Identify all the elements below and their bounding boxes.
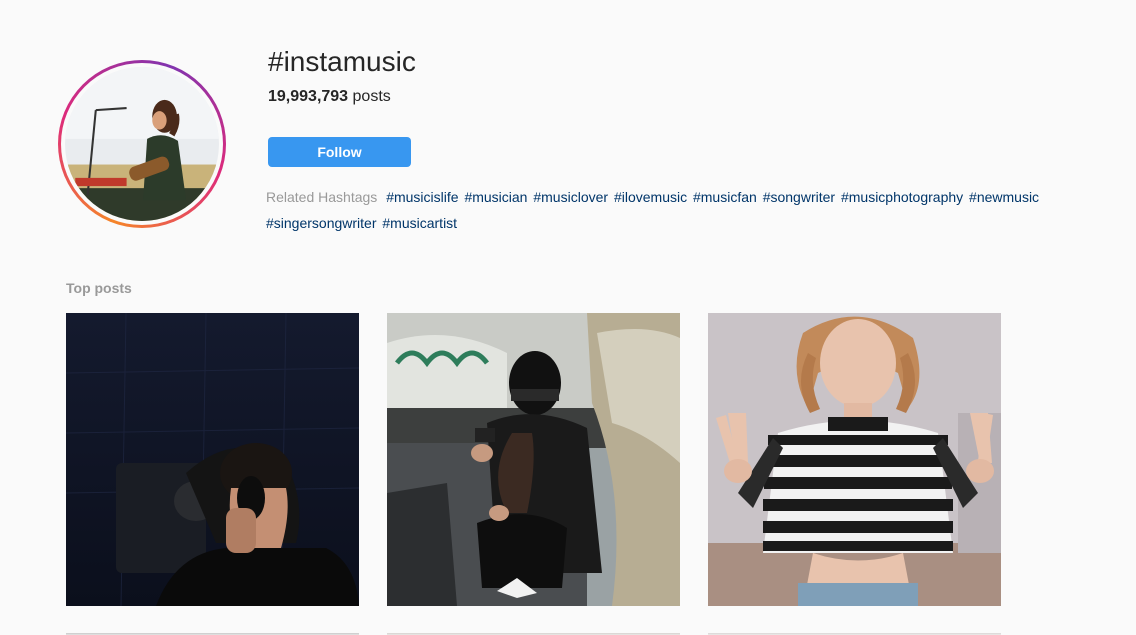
post-image-studio [66,313,359,606]
hashtag-avatar-ring[interactable] [58,60,226,228]
related-hashtag-link[interactable]: #musician [464,189,527,205]
post-count-suffix: posts [348,88,391,105]
related-hashtag-link[interactable]: #musicphotography [841,189,963,205]
related-hashtag-link[interactable]: #musicfan [693,189,757,205]
related-hashtag-link[interactable]: #songwriter [763,189,835,205]
related-hashtag-link[interactable]: #musiclover [533,189,608,205]
top-post-thumbnail[interactable] [66,313,359,606]
related-hashtag-link[interactable]: #ilovemusic [614,189,687,205]
related-hashtag-link[interactable]: #musicartist [382,215,457,231]
avatar-gap [61,63,223,225]
related-hashtag-link[interactable]: #newmusic [969,189,1039,205]
scroll-fade [0,621,1136,635]
hashtag-avatar [65,67,219,221]
hashtag-title: #instamusic [268,46,416,77]
hashtag-page: #instamusic 19,993,793 posts Follow Rela… [0,0,1136,635]
related-hashtag-link[interactable]: #musicislife [386,189,458,205]
related-hashtags: Related Hashtags #musicislife #musician … [266,184,1086,236]
post-image-portrait [708,313,1001,606]
follow-button[interactable]: Follow [268,137,411,167]
post-count: 19,993,793 posts [268,88,391,106]
top-post-thumbnail[interactable] [387,313,680,606]
top-posts-heading: Top posts [66,280,132,296]
post-image-car [387,313,680,606]
related-hashtags-label: Related Hashtags [266,189,378,205]
top-post-thumbnail[interactable] [708,313,1001,606]
related-hashtag-link[interactable]: #singersongwriter [266,215,377,231]
post-count-number: 19,993,793 [268,88,349,105]
